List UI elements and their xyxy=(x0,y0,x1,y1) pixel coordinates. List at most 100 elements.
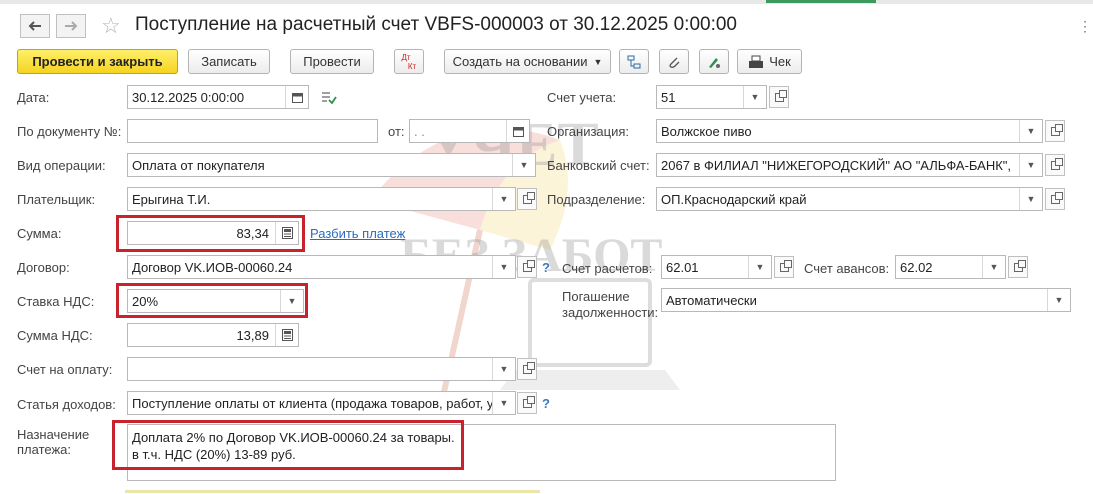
advance-account-label: Счет авансов: xyxy=(804,261,890,276)
doc-date-label: от: xyxy=(388,124,405,139)
back-button[interactable] xyxy=(20,14,50,38)
dropdown-arrow-icon[interactable]: ▼ xyxy=(512,154,535,176)
dropdown-arrow-icon[interactable]: ▼ xyxy=(748,256,771,278)
account-field[interactable]: 51 ▼ xyxy=(656,85,767,109)
payer-field[interactable]: Ерыгина Т.И. ▼ xyxy=(127,187,516,211)
open-account-button[interactable] xyxy=(769,86,789,108)
post-button[interactable]: Провести xyxy=(290,49,374,74)
more-icon[interactable]: ⋮ xyxy=(1078,18,1092,35)
top-border xyxy=(0,0,1093,4)
doc-date-value: . . xyxy=(414,123,425,139)
open-advance-account-button[interactable] xyxy=(1008,256,1028,278)
post-and-close-button[interactable]: Провести и закрыть xyxy=(17,49,178,74)
advance-account-value: 62.02 xyxy=(900,259,933,275)
receipt-button[interactable]: Чек xyxy=(737,49,802,74)
open-icon xyxy=(1050,191,1063,204)
purpose-highlight-box xyxy=(112,420,464,470)
vat-sum-label: Сумма НДС: xyxy=(17,328,93,343)
calculator-icon[interactable] xyxy=(275,324,298,346)
dropdown-arrow-icon[interactable]: ▼ xyxy=(982,256,1005,278)
window-title: Поступление на расчетный счет VBFS-00000… xyxy=(135,14,737,35)
organization-field[interactable]: Волжское пиво ▼ xyxy=(656,119,1043,143)
account-label: Счет учета: xyxy=(547,90,617,105)
arrow-right-icon xyxy=(65,21,78,31)
open-icon xyxy=(774,89,787,102)
date-label: Дата: xyxy=(17,90,50,105)
sign-button[interactable] xyxy=(699,49,729,74)
division-label: Подразделение: xyxy=(547,192,646,207)
date-field[interactable]: 30.12.2025 0:00:00 xyxy=(127,85,309,109)
split-payment-link[interactable]: Разбить платеж xyxy=(310,226,405,241)
doc-date-field[interactable]: . . xyxy=(409,119,530,143)
dropdown-arrow-icon[interactable]: ▼ xyxy=(1019,154,1042,176)
settlement-account-field[interactable]: 62.01 ▼ xyxy=(661,255,772,279)
income-item-help-icon[interactable]: ? xyxy=(542,396,550,411)
open-bank-account-button[interactable] xyxy=(1045,154,1065,176)
operation-type-value: Оплата от покупателя xyxy=(132,157,265,173)
paperclip-icon xyxy=(669,57,680,68)
contract-field[interactable]: Договор VK.ИОВ-00060.24 ▼ xyxy=(127,255,516,279)
income-item-label: Статья доходов: xyxy=(17,397,116,412)
operation-type-field[interactable]: Оплата от покупателя ▼ xyxy=(127,153,536,177)
open-payer-button[interactable] xyxy=(517,188,537,210)
contract-help-icon[interactable]: ? xyxy=(542,260,550,275)
open-income-item-button[interactable] xyxy=(517,392,537,414)
open-division-button[interactable] xyxy=(1045,188,1065,210)
dropdown-arrow-icon[interactable]: ▼ xyxy=(492,256,515,278)
dropdown-arrow-icon[interactable]: ▼ xyxy=(743,86,766,108)
arrow-left-icon xyxy=(28,21,41,31)
repayment-label-line-1: Погашение xyxy=(562,289,630,304)
dropdown-arrow-icon[interactable]: ▼ xyxy=(492,188,515,210)
calendar-icon[interactable] xyxy=(285,86,308,108)
bank-account-value: 2067 в ФИЛИАЛ "НИЖЕГОРОДСКИЙ" АО "АЛЬФА-… xyxy=(661,157,1012,173)
receipt-label: Чек xyxy=(769,54,791,69)
bottom-border xyxy=(125,490,540,493)
dropdown-arrow-icon[interactable]: ▼ xyxy=(492,358,515,380)
account-value: 51 xyxy=(661,89,676,105)
save-button[interactable]: Записать xyxy=(188,49,270,74)
open-organization-button[interactable] xyxy=(1045,120,1065,142)
bank-account-field[interactable]: 2067 в ФИЛИАЛ "НИЖЕГОРОДСКИЙ" АО "АЛЬФА-… xyxy=(656,153,1043,177)
division-field[interactable]: ОП.Краснодарский край ▼ xyxy=(656,187,1043,211)
open-icon xyxy=(1050,157,1063,170)
doc-number-label: По документу №: xyxy=(17,124,122,139)
attach-button[interactable] xyxy=(659,49,689,74)
dropdown-arrow-icon[interactable]: ▼ xyxy=(1047,289,1070,311)
open-icon xyxy=(1050,123,1063,136)
dt-label: Дт xyxy=(401,52,411,62)
invoice-field[interactable]: ▼ xyxy=(127,357,516,381)
dropdown-arrow-icon[interactable]: ▼ xyxy=(1019,120,1042,142)
contract-label: Договор: xyxy=(17,260,70,275)
settlement-account-label: Счет расчетов: xyxy=(562,261,653,276)
structure-button[interactable] xyxy=(619,49,649,74)
payer-label: Плательщик: xyxy=(17,192,96,207)
open-invoice-button[interactable] xyxy=(517,358,537,380)
calendar-icon[interactable] xyxy=(506,120,529,142)
operation-type-label: Вид операции: xyxy=(17,158,106,173)
dropdown-arrow-icon: ▼ xyxy=(593,56,603,67)
favorite-star-icon[interactable]: ☆ xyxy=(101,13,121,39)
vat-sum-field[interactable]: 13,89 xyxy=(127,323,299,347)
kt-label: Кт xyxy=(407,61,417,71)
repayment-value: Автоматически xyxy=(666,292,757,308)
dropdown-arrow-icon[interactable]: ▼ xyxy=(1019,188,1042,210)
vat-rate-highlight-box xyxy=(116,283,308,318)
forward-button[interactable] xyxy=(56,14,86,38)
open-settlement-account-button[interactable] xyxy=(774,256,794,278)
repayment-field[interactable]: Автоматически ▼ xyxy=(661,288,1071,312)
date-value: 30.12.2025 0:00:00 xyxy=(132,89,245,105)
create-based-on-button[interactable]: Создать на основании ▼ xyxy=(444,49,611,74)
dt-kt-button[interactable]: Дт Кт xyxy=(394,49,424,74)
checklist-icon[interactable] xyxy=(321,90,337,107)
doc-number-field[interactable] xyxy=(127,119,378,143)
dropdown-arrow-icon[interactable]: ▼ xyxy=(492,392,515,414)
income-item-field[interactable]: Поступление оплаты от клиента (продажа т… xyxy=(127,391,516,415)
open-contract-button[interactable] xyxy=(517,256,537,278)
division-value: ОП.Краснодарский край xyxy=(661,191,807,207)
vat-sum-value: 13,89 xyxy=(236,327,269,343)
advance-account-field[interactable]: 62.02 ▼ xyxy=(895,255,1006,279)
active-tab-indicator xyxy=(766,0,876,3)
purpose-label-line-2: платежа: xyxy=(17,442,71,457)
bank-account-label: Банковский счет: xyxy=(547,158,650,173)
vat-rate-label: Ставка НДС: xyxy=(17,294,95,309)
